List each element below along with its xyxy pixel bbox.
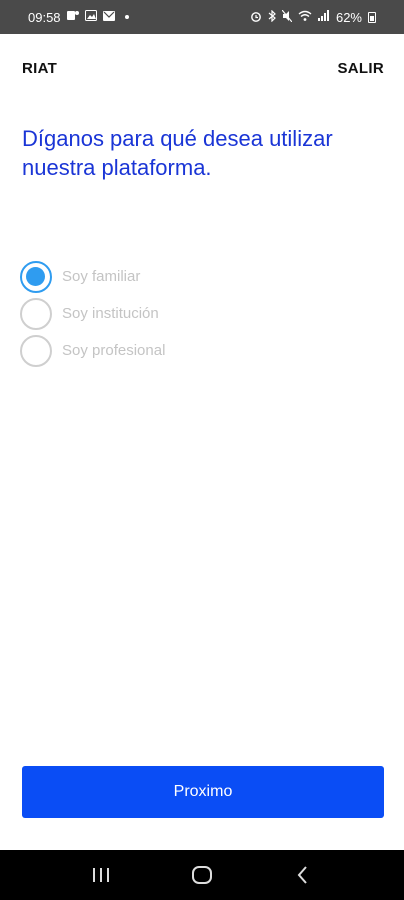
option-institucion[interactable]: Soy institución (20, 295, 380, 332)
image-icon (84, 10, 97, 24)
option-institucion-label: Soy institución (62, 305, 159, 322)
option-familiar-label: Soy familiar (62, 268, 141, 285)
signal-icon (317, 10, 330, 24)
usage-options: Soy familiar Soy institución Soy profesi… (20, 258, 380, 369)
radio-institucion[interactable] (20, 297, 52, 330)
radio-familiar[interactable] (20, 260, 52, 293)
status-time: 09:58 (28, 9, 61, 25)
recent-apps-button[interactable] (81, 855, 121, 895)
alarm-icon (250, 10, 262, 25)
back-button[interactable] (283, 855, 323, 895)
bluetooth-icon (268, 9, 276, 25)
exit-button[interactable]: SALIR (338, 60, 385, 77)
back-icon (297, 866, 308, 884)
top-bar: RIAT SALIR (0, 34, 404, 102)
mail-icon (102, 10, 115, 24)
teams-icon (66, 10, 79, 24)
option-familiar[interactable]: Soy familiar (20, 258, 380, 295)
home-button[interactable] (182, 855, 222, 895)
system-nav-bar (0, 850, 404, 900)
radio-profesional[interactable] (20, 334, 52, 367)
option-profesional-label: Soy profesional (62, 342, 166, 359)
brand-label: RIAT (22, 59, 58, 77)
status-bar: 09:58 62% (0, 0, 404, 34)
status-right: 62% (250, 9, 376, 25)
mute-icon (281, 9, 293, 25)
battery-icon (368, 11, 376, 23)
dot-icon (124, 15, 129, 19)
page-title: Díganos para qué desea utilizar nuestra … (22, 126, 333, 180)
battery-percent: 62% (335, 9, 362, 25)
home-icon (191, 866, 212, 884)
next-button[interactable]: Proximo (22, 766, 384, 818)
wifi-icon (298, 10, 312, 24)
recent-apps-icon (92, 868, 109, 882)
option-profesional[interactable]: Soy profesional (20, 332, 380, 369)
status-left: 09:58 (28, 10, 129, 25)
